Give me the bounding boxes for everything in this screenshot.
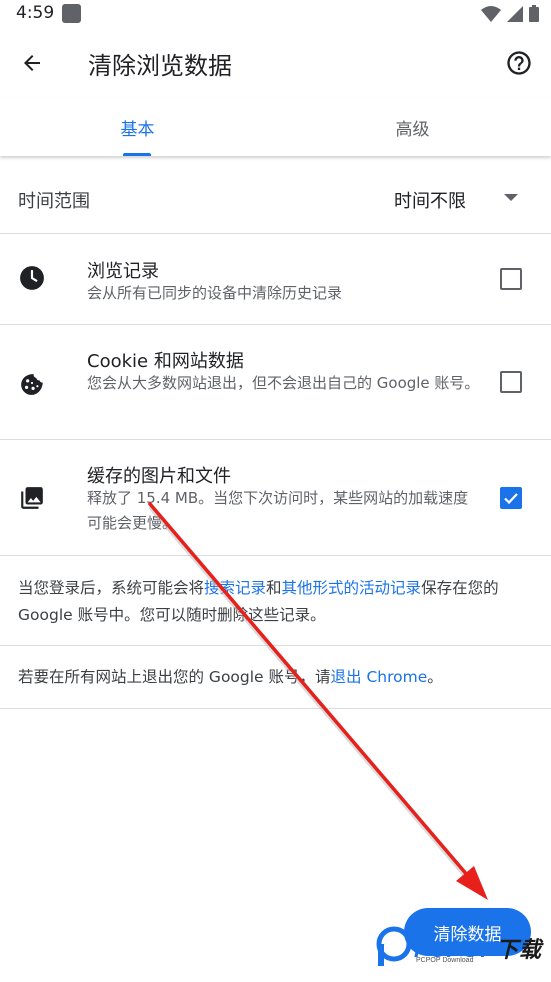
status-bar: 4:59 [0,0,551,28]
sign-out-chrome-link[interactable]: 退出 Chrome [331,668,428,686]
option-cached-images[interactable]: 缓存的图片和文件 释放了 15.4 MB。当您下次访问时，某些网站的加载速度可能… [0,440,551,556]
time-range-row[interactable]: 时间范围 时间不限 [0,160,551,234]
pcpop-logo-icon [376,926,412,966]
wifi-icon [481,5,501,22]
image-icon [19,485,45,511]
other-activity-link[interactable]: 其他形式的活动记录 [282,579,422,597]
checkmark-icon [504,493,518,505]
battery-icon [529,5,539,22]
back-button[interactable] [14,45,50,81]
time-range-label: 时间范围 [18,191,90,212]
help-button[interactable] [501,45,537,81]
option-cookies[interactable]: Cookie 和网站数据 您会从大多数网站退出，但不会退出自己的 Google … [0,325,551,440]
signout-info-text: 若要在所有网站上退出您的 Google 账号，请退出 Chrome。 [18,668,443,686]
page-title: 清除浏览数据 [88,52,232,80]
option-title: Cookie 和网站数据 [87,351,244,372]
app-bar: 清除浏览数据 [0,28,551,98]
notification-icon [62,4,81,23]
tab-bar: 基本 高级 [0,98,551,156]
history-checkbox[interactable] [500,268,522,290]
signout-info: 若要在所有网站上退出您的 Google 账号，请退出 Chrome。 [0,646,551,709]
watermark-subtext: PCPOP Download [416,957,474,964]
sync-info: 当您登录后，系统可能会将搜索记录和其他形式的活动记录保存在您的 Google 账… [0,556,551,646]
clock-icon [19,265,45,291]
tab-basic[interactable]: 基本 [0,98,275,156]
status-icons [481,5,539,22]
cache-checkbox[interactable] [500,487,522,509]
option-browsing-history[interactable]: 浏览记录 会从所有已同步的设备中清除历史记录 [0,234,551,325]
cookie-icon [19,370,45,396]
option-title: 缓存的图片和文件 [87,466,231,487]
tab-advanced[interactable]: 高级 [275,98,550,156]
pcpop-watermark: PCPOP下载 PCPOP Download [372,926,547,976]
signal-icon [507,5,523,22]
arrow-back-icon [24,55,40,71]
time-range-select[interactable]: 时间不限 [394,187,466,213]
help-icon [507,51,531,75]
option-description: 您会从大多数网站退出，但不会退出自己的 Google 账号。 [87,374,480,392]
option-description: 会从所有已同步的设备中清除历史记录 [87,284,343,302]
cookies-checkbox[interactable] [500,371,522,393]
dropdown-arrow-icon[interactable] [504,194,518,202]
search-history-link[interactable]: 搜索记录 [204,579,266,597]
status-time: 4:59 [16,3,55,23]
sync-info-text: 当您登录后，系统可能会将搜索记录和其他形式的活动记录保存在您的 Google 账… [18,579,499,624]
tab-indicator [123,153,151,156]
option-description: 释放了 15.4 MB。当您下次访问时，某些网站的加载速度可能会更慢。 [87,489,469,532]
option-title: 浏览记录 [87,261,159,282]
